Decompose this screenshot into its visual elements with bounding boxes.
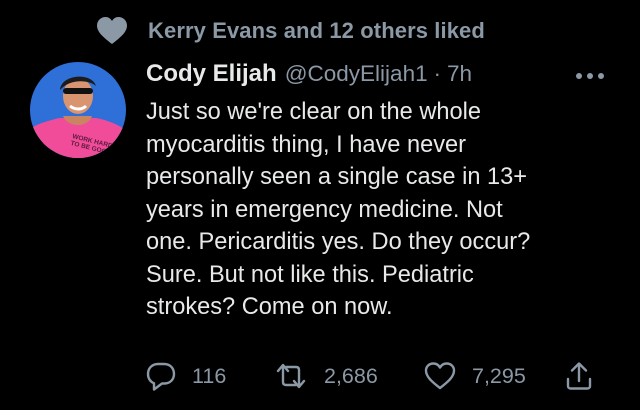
heart-outline-icon xyxy=(424,362,456,390)
author-handle[interactable]: @CodyElijah1 xyxy=(285,61,428,87)
like-count: 7,295 xyxy=(472,363,526,388)
timestamp[interactable]: 7h xyxy=(447,61,472,87)
more-options-button[interactable] xyxy=(572,64,608,88)
liked-by-text[interactable]: Kerry Evans and 12 others liked xyxy=(148,18,485,44)
tweet-actions: 116 2,686 7,295 xyxy=(146,358,606,394)
separator-dot: · xyxy=(433,61,441,86)
reply-count: 116 xyxy=(192,363,227,388)
avatar[interactable]: WORK HARDTO BE GOOD xyxy=(30,62,126,158)
share-icon xyxy=(566,362,592,390)
heart-icon xyxy=(96,16,128,46)
reply-button[interactable]: 116 xyxy=(146,358,226,394)
tweet-text: Just so we're clear on the whole myocard… xyxy=(146,99,531,320)
more-horizontal-icon xyxy=(576,73,604,79)
retweet-button[interactable]: 2,686 xyxy=(274,358,378,394)
like-button[interactable]: 7,295 xyxy=(424,358,526,394)
tweet-header: Cody Elijah @CodyElijah1 · 7h xyxy=(146,60,472,88)
retweet-icon xyxy=(276,363,306,389)
author-name[interactable]: Cody Elijah xyxy=(146,60,277,88)
reply-icon xyxy=(146,362,176,391)
retweet-count: 2,686 xyxy=(324,363,378,388)
social-context: Kerry Evans and 12 others liked xyxy=(96,12,485,50)
share-button[interactable] xyxy=(564,358,594,394)
